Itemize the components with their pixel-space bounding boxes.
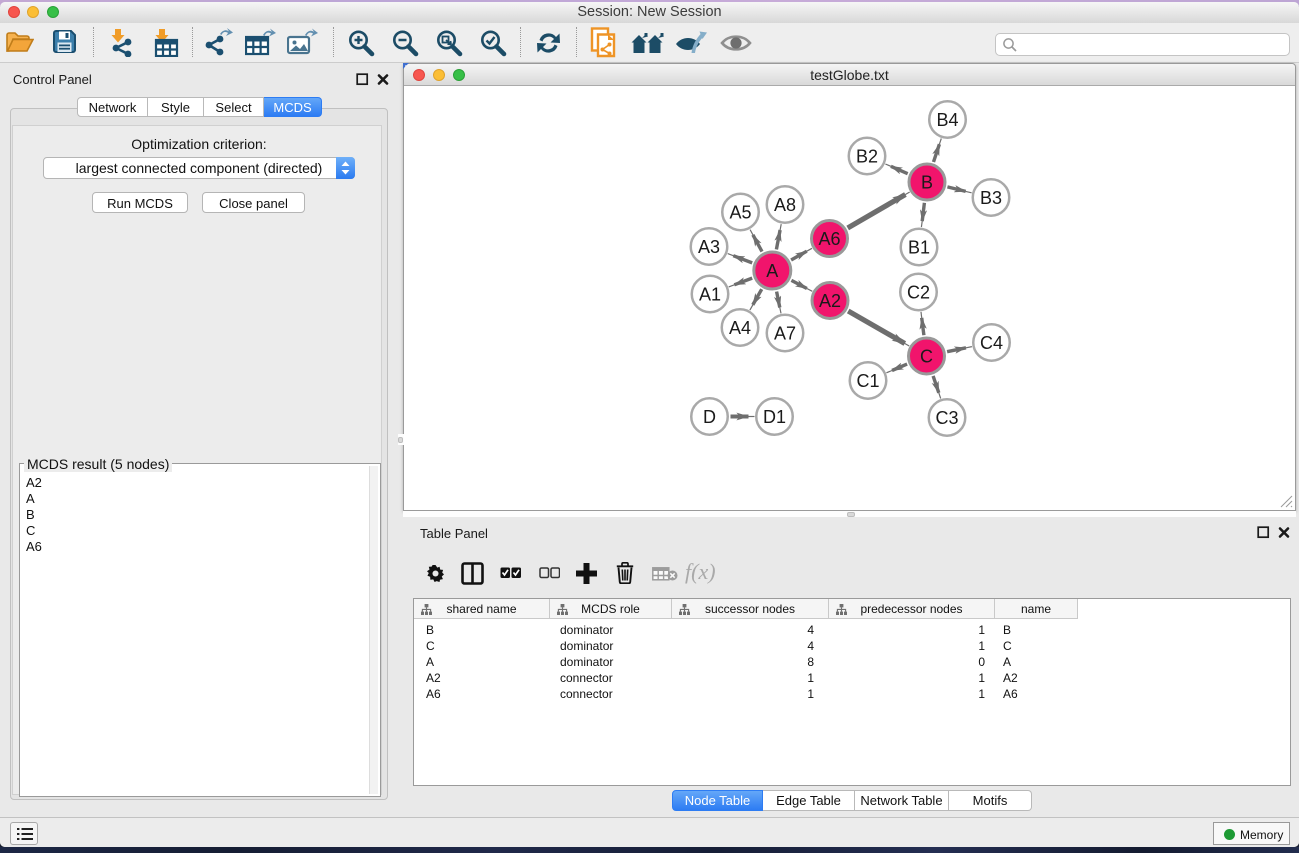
svg-text:A1: A1 [699, 284, 721, 304]
svg-text:D1: D1 [763, 407, 786, 427]
svg-text:B1: B1 [908, 237, 930, 257]
svg-text:B4: B4 [936, 110, 958, 130]
svg-text:C2: C2 [907, 282, 930, 302]
svg-text:C3: C3 [935, 408, 958, 428]
svg-text:A3: A3 [698, 237, 720, 257]
svg-text:D: D [703, 407, 716, 427]
svg-text:C4: C4 [980, 333, 1003, 353]
svg-text:A5: A5 [729, 202, 751, 222]
svg-text:A4: A4 [729, 318, 751, 338]
svg-text:B: B [921, 172, 933, 192]
svg-text:A2: A2 [819, 291, 841, 311]
svg-text:A6: A6 [818, 229, 840, 249]
svg-text:A: A [766, 261, 778, 281]
svg-text:C: C [920, 346, 933, 366]
svg-text:C1: C1 [856, 371, 879, 391]
svg-text:A8: A8 [774, 195, 796, 215]
svg-text:B2: B2 [856, 146, 878, 166]
svg-text:B3: B3 [980, 188, 1002, 208]
svg-text:A7: A7 [774, 323, 796, 343]
